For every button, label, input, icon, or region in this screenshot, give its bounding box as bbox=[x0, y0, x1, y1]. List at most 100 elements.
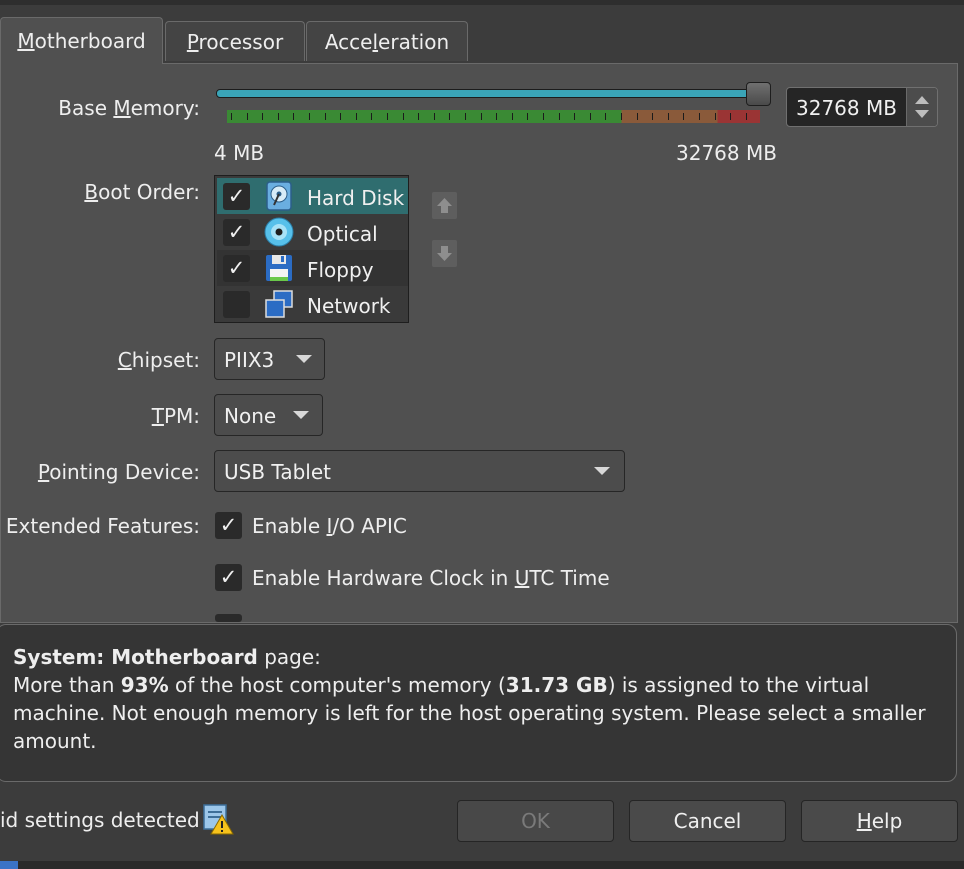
scale-tick bbox=[340, 113, 342, 120]
spin-arrows-icon[interactable] bbox=[907, 88, 937, 126]
scale-tick bbox=[543, 113, 544, 120]
taskbar-edge bbox=[0, 861, 964, 869]
boot-item-label: Network bbox=[307, 294, 391, 318]
boot-item-optical[interactable]: ✓ Optical bbox=[217, 214, 408, 250]
chevron-down-icon bbox=[293, 411, 309, 419]
validation-title: System: Motherboard page: bbox=[13, 645, 321, 669]
io-apic-label[interactable]: Enable I/O APIC bbox=[252, 514, 407, 538]
tpm-select[interactable]: None bbox=[214, 394, 323, 436]
scale-tick bbox=[745, 113, 747, 120]
scale-tick bbox=[387, 113, 388, 120]
hidden-checkbox-partial[interactable] bbox=[215, 614, 242, 622]
hard-disk-icon bbox=[266, 181, 292, 211]
pointing-device-label: Pointing Device: bbox=[37, 460, 200, 484]
scale-tick bbox=[605, 113, 607, 120]
arrow-up-icon bbox=[437, 198, 452, 213]
boot-item-label: Hard Disk bbox=[307, 186, 405, 210]
arrow-down-icon bbox=[437, 246, 452, 261]
scale-tick bbox=[371, 113, 373, 120]
chevron-down-icon bbox=[296, 355, 312, 363]
scale-tick bbox=[667, 113, 669, 120]
utc-clock-checkbox[interactable]: ✓ bbox=[215, 564, 242, 591]
scale-tick bbox=[433, 113, 435, 120]
scale-tick bbox=[527, 113, 529, 120]
boot-order-list[interactable]: ✓ Hard Disk ✓ Optical ✓ Floppy Network bbox=[214, 175, 409, 323]
extended-features-label: Extended Features: bbox=[5, 514, 200, 538]
scale-tick bbox=[418, 113, 420, 120]
scale-tick bbox=[574, 113, 576, 120]
boot-order-label: Boot Order: bbox=[84, 180, 200, 204]
scale-tick bbox=[309, 113, 310, 120]
chipset-label: Chipset: bbox=[117, 348, 200, 372]
memory-scale bbox=[227, 110, 760, 123]
utc-clock-label[interactable]: Enable Hardware Clock in UTC Time bbox=[252, 566, 610, 590]
base-memory-label: Base Memory: bbox=[58, 96, 200, 120]
boot-item-label: Optical bbox=[307, 222, 378, 246]
status-message: id settings detected bbox=[0, 808, 200, 832]
scale-tick bbox=[246, 113, 248, 120]
boot-checkbox[interactable]: ✓ bbox=[223, 183, 250, 210]
optical-disc-icon bbox=[264, 217, 294, 247]
validation-message-panel: System: Motherboard page: More than 93% … bbox=[0, 624, 957, 782]
tpm-value: None bbox=[224, 404, 277, 428]
scale-tick bbox=[496, 113, 498, 120]
move-down-button[interactable] bbox=[432, 240, 457, 267]
scale-tick bbox=[652, 113, 654, 120]
scale-tick bbox=[699, 113, 700, 120]
chevron-down-icon bbox=[594, 467, 610, 475]
validation-text: More than 93% of the host computer's mem… bbox=[13, 673, 926, 753]
scale-tick bbox=[262, 113, 264, 120]
warning-icon[interactable] bbox=[202, 803, 234, 835]
scale-tick bbox=[355, 113, 357, 120]
spin-buttons[interactable] bbox=[906, 88, 937, 126]
base-memory-slider-track[interactable] bbox=[216, 89, 764, 98]
boot-checkbox[interactable]: ✓ bbox=[223, 219, 250, 246]
scale-tick bbox=[402, 113, 404, 120]
scale-tick bbox=[589, 113, 591, 120]
scale-tick bbox=[231, 113, 232, 120]
scale-tick bbox=[480, 113, 482, 120]
chipset-value: PIIX3 bbox=[224, 348, 275, 372]
base-memory-value: 32768 MB bbox=[796, 96, 897, 120]
scale-tick bbox=[324, 113, 326, 120]
io-apic-checkbox[interactable]: ✓ bbox=[215, 512, 242, 539]
scale-tick bbox=[621, 113, 622, 120]
scale-tick bbox=[277, 113, 279, 120]
scale-tick bbox=[293, 113, 295, 120]
boot-item-hard-disk[interactable]: ✓ Hard Disk bbox=[217, 178, 408, 214]
scale-tick bbox=[714, 113, 716, 120]
scale-tick bbox=[558, 113, 560, 120]
ok-button[interactable]: OK bbox=[457, 800, 614, 842]
network-icon bbox=[265, 290, 293, 318]
boot-checkbox[interactable] bbox=[223, 291, 250, 318]
boot-checkbox[interactable]: ✓ bbox=[223, 255, 250, 282]
pointing-device-value: USB Tablet bbox=[224, 460, 331, 484]
scale-tick bbox=[683, 113, 685, 120]
scale-tick bbox=[730, 113, 732, 120]
scale-tick bbox=[449, 113, 451, 120]
motherboard-panel bbox=[0, 63, 958, 623]
move-up-button[interactable] bbox=[432, 192, 457, 219]
scale-tick bbox=[511, 113, 513, 120]
tab-label: Acceleration bbox=[324, 29, 450, 54]
tab-motherboard[interactable]: Motherboard bbox=[0, 17, 163, 64]
tab-label: Processor bbox=[186, 29, 284, 54]
tpm-label: TPM: bbox=[151, 404, 200, 428]
cancel-button[interactable]: Cancel bbox=[629, 800, 786, 842]
pointing-device-select[interactable]: USB Tablet bbox=[214, 450, 625, 492]
chipset-select[interactable]: PIIX3 bbox=[214, 338, 325, 380]
base-memory-spinbox[interactable]: 32768 MB bbox=[786, 87, 938, 127]
boot-item-label: Floppy bbox=[307, 258, 374, 282]
help-label: Help bbox=[856, 809, 903, 833]
tab-acceleration[interactable]: Acceleration bbox=[306, 21, 468, 61]
help-button[interactable]: Help bbox=[801, 800, 958, 842]
tab-label: Motherboard bbox=[17, 29, 146, 53]
memory-max-label: 32768 MB bbox=[676, 141, 777, 165]
tab-processor[interactable]: Processor bbox=[165, 21, 305, 61]
window-top-edge bbox=[0, 0, 964, 5]
boot-item-floppy[interactable]: ✓ Floppy bbox=[217, 250, 408, 286]
boot-item-network[interactable]: Network bbox=[217, 286, 408, 322]
scale-tick bbox=[465, 113, 466, 120]
floppy-icon bbox=[266, 255, 292, 281]
base-memory-slider-handle[interactable] bbox=[746, 82, 771, 106]
